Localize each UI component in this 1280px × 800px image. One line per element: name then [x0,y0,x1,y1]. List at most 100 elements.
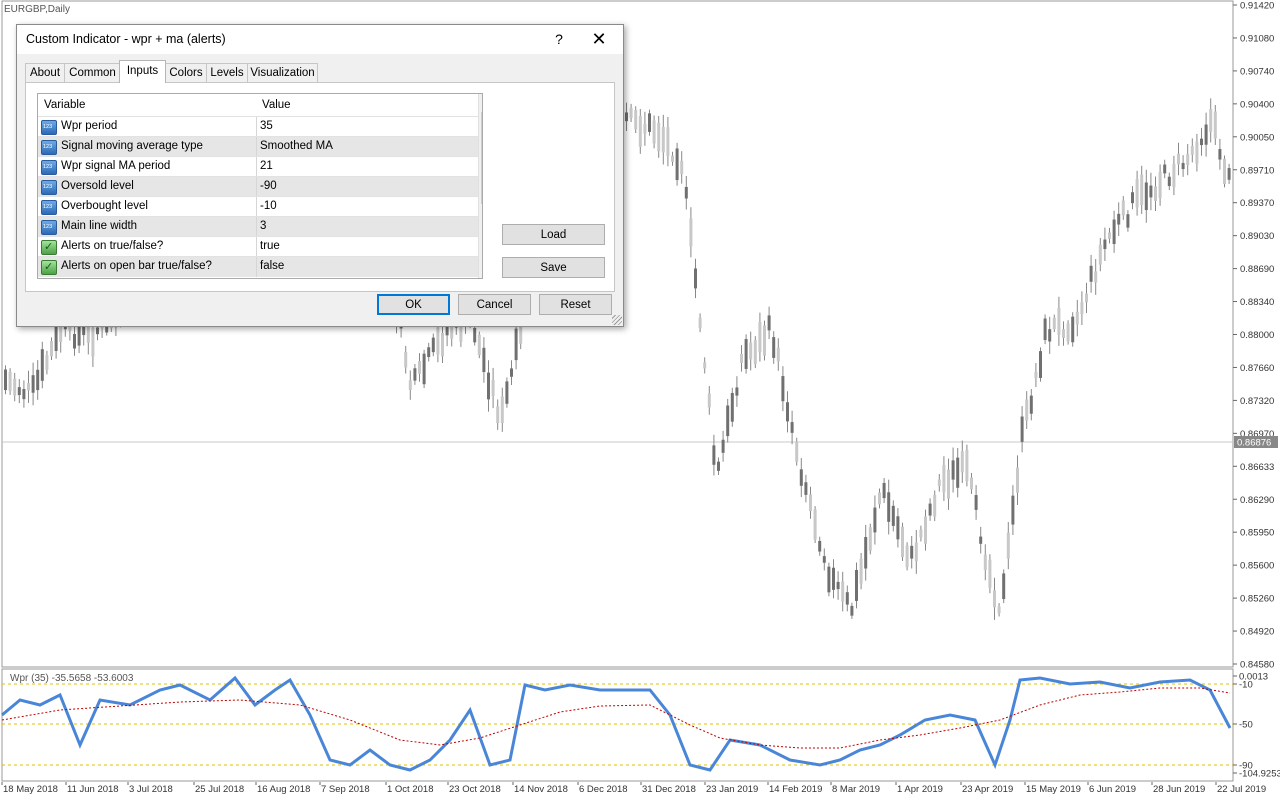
parameter-value[interactable]: false [260,260,284,272]
number-icon: 123 [41,200,57,215]
candle-body [689,218,693,247]
parameter-name: Main line width [61,220,138,232]
candle-body [933,494,937,517]
date-tick-label: 1 Oct 2018 [387,784,433,795]
candle-body [698,317,702,328]
scroll-thumb[interactable] [481,112,482,204]
reset-button[interactable]: Reset [539,294,612,315]
candle-body [634,109,638,130]
parameter-value[interactable]: -10 [260,200,277,212]
parameter-value[interactable]: true [260,240,280,252]
candle-body [1223,158,1226,184]
save-button[interactable]: Save [502,257,605,278]
candle-body [1085,293,1088,303]
candle-body [514,328,518,361]
price-tick-label: 0.84920 [1240,627,1274,638]
candle-body [896,516,900,540]
parameter-value[interactable]: 21 [260,160,273,172]
resize-grip-icon[interactable] [612,315,622,325]
candle-body [413,368,417,381]
parameter-value[interactable]: 35 [260,120,273,132]
candle-body [942,464,946,493]
parameter-row[interactable]: 123 Signal moving average type Smoothed MA [38,136,478,157]
tab-levels[interactable]: Levels [206,63,248,82]
dialog-title: Custom Indicator - wpr + ma (alerts) [26,32,226,46]
load-button[interactable]: Load [502,224,605,245]
date-tick-label: 28 Jun 2019 [1153,784,1205,795]
date-tick-label: 6 Dec 2018 [579,784,628,795]
candle-body [17,387,21,396]
candle-body [712,445,716,465]
parameter-value[interactable]: 3 [260,220,266,232]
candle-body [1103,239,1107,250]
parameter-name: Wpr period [61,120,118,132]
tab-inputs[interactable]: Inputs [119,60,166,83]
indicator-label: Wpr (35) -35.5658 -53.6003 [10,673,134,684]
candle-body [988,559,992,588]
candle-body [795,441,799,462]
variable-column-header[interactable]: Variable [44,99,85,111]
date-tick-label: 8 Mar 2019 [832,784,880,795]
price-tick-label: 0.88340 [1240,297,1274,308]
price-tick-label: 0.84580 [1240,660,1274,671]
candle-body [786,402,789,422]
candle-body [1121,200,1125,216]
candle-body [997,606,1001,614]
parameter-row[interactable]: 123 Oversold level -90 [38,176,478,197]
candle-body [1135,179,1139,208]
parameter-value[interactable]: -90 [260,180,277,192]
parameter-row[interactable]: 123 Overbought level -10 [38,196,478,217]
symbol-label: EURGBP,Daily [4,4,70,15]
candle-body [427,347,431,358]
date-tick-label: 25 Jul 2018 [195,784,244,795]
candle-body [27,383,30,391]
help-button[interactable]: ? [549,29,569,49]
candle-body [73,334,76,349]
tab-colors[interactable]: Colors [165,63,207,82]
parameter-value[interactable]: Smoothed MA [260,140,333,152]
candle-body [983,554,987,571]
candle-body [1080,302,1084,315]
candle-body [1172,163,1176,188]
candle-body [625,112,628,122]
ok-button[interactable]: OK [377,294,450,315]
cancel-button[interactable]: Cancel [458,294,531,315]
candle-body [809,494,812,512]
parameter-row[interactable]: 123 Wpr signal MA period 21 [38,156,478,177]
candle-body [1218,149,1222,160]
parameter-row[interactable]: 123 Wpr period 35 [38,116,478,137]
candle-body [836,581,840,590]
dialog-titlebar[interactable]: Custom Indicator - wpr + ma (alerts) ? ✕ [17,25,623,54]
grid-scrollbar[interactable]: ▲ ▼ [478,94,482,278]
tab-about[interactable]: About [25,63,65,82]
scroll-down-icon[interactable]: ▼ [479,261,482,278]
parameter-row[interactable]: ✓ Alerts on true/false? true [38,236,478,257]
scroll-up-icon[interactable]: ▲ [479,94,482,111]
candle-body [937,479,941,487]
column-divider [256,157,257,177]
candle-body [1158,172,1162,199]
candle-body [441,332,444,357]
candle-body [790,422,794,433]
tab-visualization[interactable]: Visualization [247,63,318,82]
tab-common[interactable]: Common [64,63,121,82]
candle-body [721,439,725,453]
number-icon: 123 [41,160,57,175]
candle-body [643,123,647,134]
date-tick-label: 23 Jan 2019 [706,784,758,795]
candle-body [1181,162,1185,170]
current-price-label: 0.86876 [1237,438,1271,449]
candle-body [914,542,918,562]
price-tick-label: 0.86633 [1240,462,1274,473]
candle-body [4,369,7,391]
price-tick-label: 0.85600 [1240,561,1274,572]
value-column-header[interactable]: Value [262,99,291,111]
parameter-row[interactable]: 123 Main line width 3 [38,216,478,237]
candle-body [487,372,490,400]
candle-body [859,558,863,584]
close-icon[interactable]: ✕ [587,29,611,49]
candle-body [924,516,927,544]
candle-body [901,526,904,558]
parameter-row[interactable]: ✓ Alerts on open bar true/false? false [38,256,478,277]
candle-body [864,537,868,569]
